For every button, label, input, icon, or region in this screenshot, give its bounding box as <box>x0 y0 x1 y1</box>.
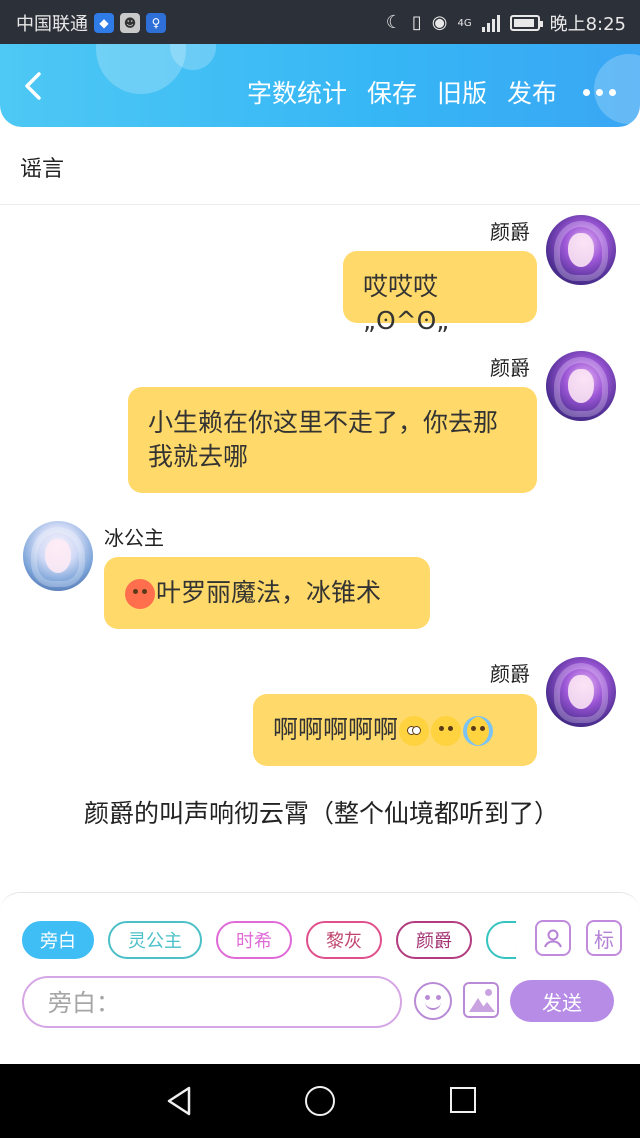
clock: 晚上8:25 <box>549 14 626 35</box>
nav-home-icon[interactable] <box>305 1086 335 1116</box>
role-chip-narrator[interactable]: 旁白 <box>22 921 94 959</box>
eye-icon: ◉ <box>431 12 448 33</box>
role-chip-shixi[interactable]: 时希 <box>216 921 292 959</box>
system-nav-bar <box>0 1064 640 1138</box>
signal-icon <box>481 14 500 32</box>
shield-icon: ◆ <box>94 13 114 33</box>
message-input-wrapper <box>22 976 402 1028</box>
nav-recents-icon[interactable] <box>450 1087 476 1113</box>
header-actions: 字数统计 保存 旧版 发布 <box>247 74 616 110</box>
message-text: 叶罗丽魔法，冰锥术 <box>156 578 382 607</box>
save-button[interactable]: 保存 <box>367 74 417 110</box>
network-type: 4G <box>457 17 472 29</box>
send-button[interactable]: 发送 <box>510 980 614 1022</box>
message-bubble[interactable]: 啊啊啊啊啊 <box>253 694 537 766</box>
role-chip-bing[interactable]: 冰 <box>486 921 516 959</box>
status-bar: 中国联通 ◆ ☻ ♀ ☾ ▯ ◉ 4G 晚上8:25 <box>0 0 640 44</box>
message-bubble[interactable]: 叶罗丽魔法，冰锥术 <box>104 557 430 629</box>
scream-face-icon <box>399 716 430 746</box>
carrier-label: 中国联通 <box>16 14 88 35</box>
old-version-button[interactable]: 旧版 <box>437 74 487 110</box>
role-chip-yanjue[interactable]: 颜爵 <box>396 921 472 959</box>
message-text: 哎哎哎„ʘ^ʘ„ <box>363 272 450 335</box>
character-icon[interactable] <box>535 920 571 956</box>
narration-text[interactable]: 颜爵的叫声响彻云霄（整个仙境都听到了） <box>36 796 606 832</box>
battery-icon <box>509 15 543 31</box>
speaker-name: 颜爵 <box>490 220 530 244</box>
message-bubble[interactable]: 小生赖在你这里不走了，你去那我就去哪 <box>128 387 537 493</box>
nav-back-icon[interactable] <box>166 1086 192 1116</box>
role-chip-ling[interactable]: 灵公主 <box>108 921 202 959</box>
speaker-name: 颜爵 <box>490 662 530 686</box>
speaker-name: 冰公主 <box>104 526 164 550</box>
story-title-row[interactable]: 谣言 <box>0 127 640 205</box>
message-text: 啊啊啊啊啊 <box>273 715 399 744</box>
publish-button[interactable]: 发布 <box>507 74 557 110</box>
app-notification-icon: ☻ <box>120 13 140 33</box>
role-chip-lihui[interactable]: 黎灰 <box>306 921 382 959</box>
more-icon[interactable] <box>583 88 616 96</box>
message-input[interactable] <box>48 986 378 1020</box>
angry-face-icon <box>125 579 155 609</box>
image-icon[interactable] <box>463 982 499 1018</box>
crying-face-icon <box>463 716 494 746</box>
word-count-button[interactable]: 字数统计 <box>247 74 347 110</box>
vibrate-icon: ▯ <box>411 12 422 33</box>
app-header: 字数统计 保存 旧版 发布 <box>0 44 640 127</box>
message-bubble[interactable]: 哎哎哎„ʘ^ʘ„ <box>343 251 537 335</box>
avatar[interactable] <box>546 351 616 421</box>
avatar[interactable] <box>546 215 616 285</box>
avatar[interactable] <box>546 657 616 727</box>
bulb-icon: ♀ <box>146 13 166 33</box>
back-icon[interactable] <box>18 70 50 102</box>
sad-face-icon <box>431 716 462 746</box>
moon-icon: ☾ <box>385 12 402 33</box>
speaker-name: 颜爵 <box>490 356 530 380</box>
emoji-icon[interactable] <box>414 982 452 1020</box>
role-selector: 旁白 灵公主 时希 黎灰 颜爵 冰 <box>22 921 516 961</box>
story-title: 谣言 <box>20 157 65 182</box>
avatar[interactable] <box>23 521 93 591</box>
message-text: 小生赖在你这里不走了，你去那我就去哪 <box>148 408 499 471</box>
tag-button[interactable]: 标 <box>586 920 622 956</box>
